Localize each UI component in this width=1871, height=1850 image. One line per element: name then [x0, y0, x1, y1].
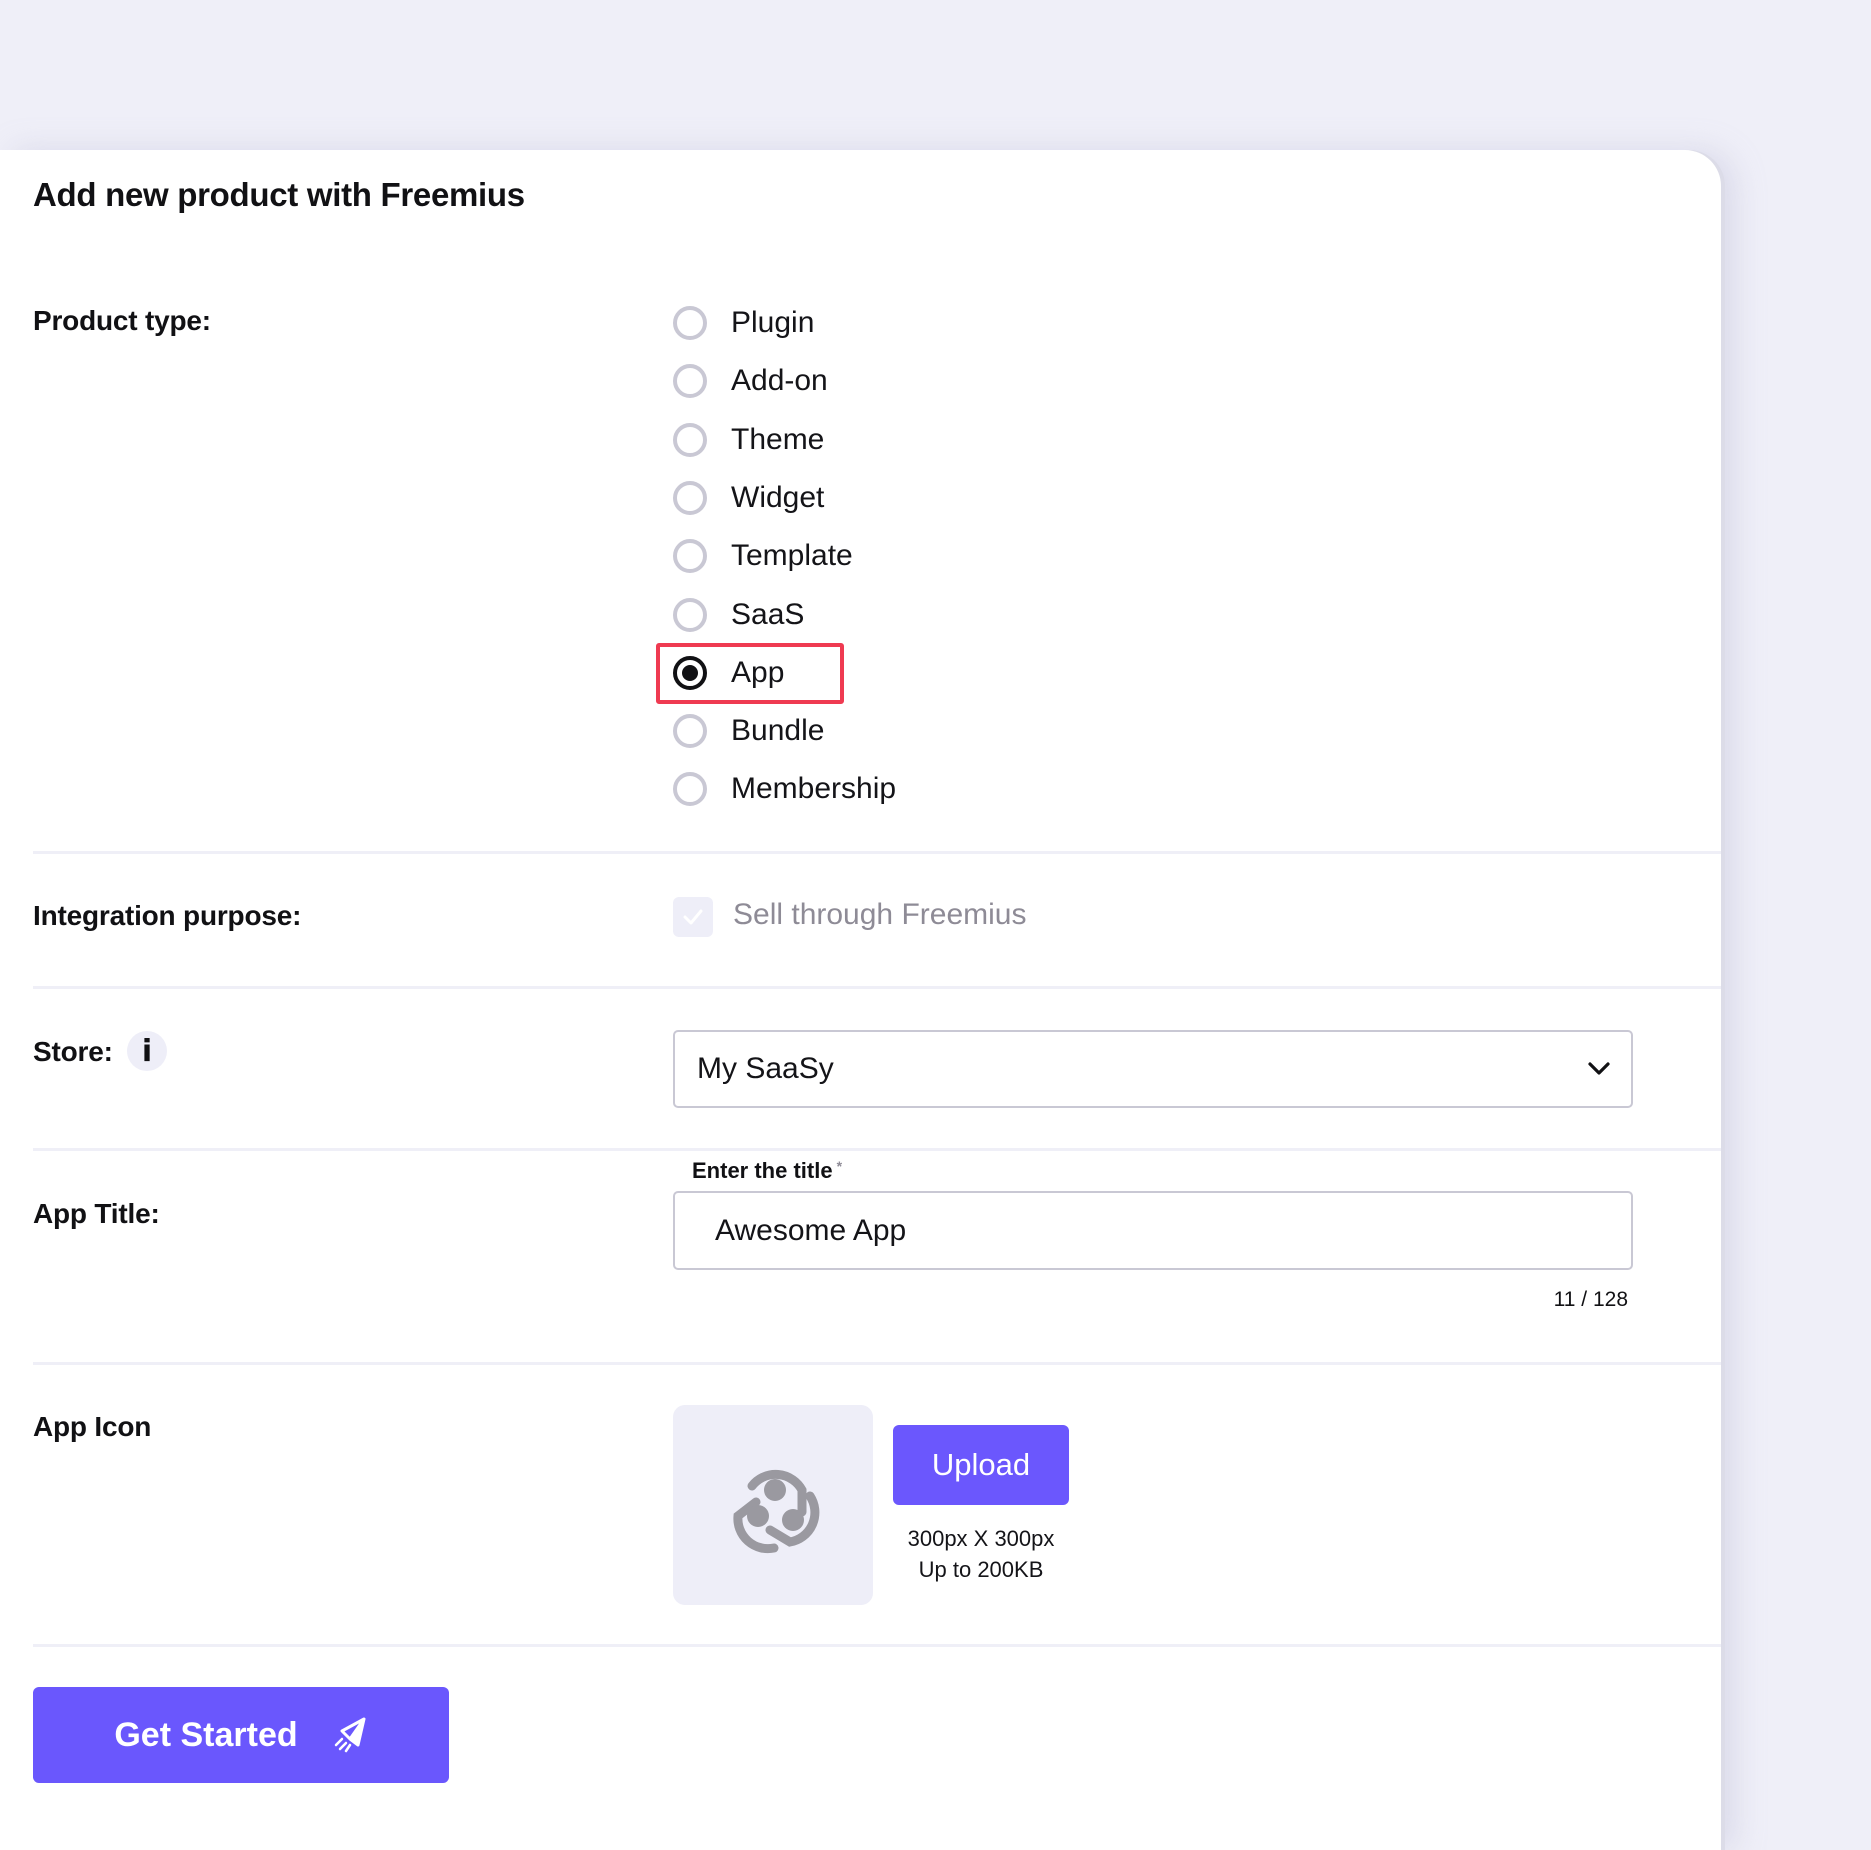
- product-type-option-template[interactable]: Template: [673, 534, 853, 578]
- radio-label: Template: [731, 539, 853, 573]
- radio-label: Add-on: [731, 364, 828, 398]
- divider: [33, 851, 1721, 854]
- store-select[interactable]: My SaaSy: [673, 1030, 1633, 1108]
- title-field-label: Enter the title *: [692, 1158, 842, 1184]
- radio-unchecked-icon[interactable]: [673, 422, 707, 457]
- chevron-down-icon: [1588, 1062, 1610, 1075]
- title-field-label-text: Enter the title: [692, 1158, 833, 1183]
- radio-unchecked-icon[interactable]: [673, 306, 707, 340]
- divider: [33, 1644, 1721, 1647]
- upload-button[interactable]: Upload: [893, 1425, 1069, 1505]
- radio-label: Bundle: [731, 714, 825, 748]
- product-type-option-add-on[interactable]: Add-on: [673, 359, 828, 403]
- character-counter: 11 / 128: [1553, 1288, 1628, 1311]
- app-title-label: App Title:: [33, 1198, 160, 1229]
- placeholder-logo-icon: [733, 1469, 820, 1554]
- product-type-option-saas[interactable]: SaaS: [673, 593, 804, 637]
- store-selected-value: My SaaSy: [697, 1052, 834, 1085]
- radio-label: Plugin: [731, 306, 815, 339]
- check-icon: [683, 909, 703, 925]
- selection-highlight: [656, 643, 844, 704]
- app-title-input[interactable]: [673, 1191, 1633, 1270]
- upload-limit-hint: Up to 200KB: [918, 1557, 1044, 1582]
- product-type-option-widget[interactable]: Widget: [673, 476, 824, 520]
- info-icon[interactable]: i: [127, 1031, 167, 1071]
- radio-unchecked-icon[interactable]: [673, 714, 707, 749]
- radio-label: Theme: [731, 422, 825, 456]
- radio-unchecked-icon[interactable]: [673, 597, 707, 632]
- paper-plane-icon: [334, 1717, 366, 1753]
- radio-label: Membership: [731, 772, 897, 806]
- radio-unchecked-icon[interactable]: [673, 539, 707, 574]
- integration-purpose-label: Integration purpose:: [33, 900, 302, 931]
- get-started-button[interactable]: Get Started: [33, 1687, 449, 1783]
- radio-unchecked-icon[interactable]: [673, 772, 707, 807]
- divider: [33, 1148, 1721, 1151]
- product-type-option-theme[interactable]: Theme: [673, 418, 824, 462]
- divider: [33, 1362, 1721, 1365]
- radio-unchecked-icon[interactable]: [673, 480, 707, 515]
- page-title: Add new product with Freemius: [33, 176, 525, 213]
- product-type-option-bundle[interactable]: Bundle: [673, 709, 824, 753]
- product-type-option-plugin[interactable]: Plugin: [673, 301, 814, 345]
- product-type-label: Product type:: [33, 305, 211, 336]
- radio-label: SaaS: [731, 597, 805, 631]
- required-mark: *: [836, 1158, 843, 1174]
- product-type-option-membership[interactable]: Membership: [673, 767, 896, 811]
- app-icon-preview: [673, 1405, 873, 1605]
- sell-through-freemius-checkbox[interactable]: [673, 897, 713, 937]
- get-started-label: Get Started: [114, 1715, 298, 1754]
- app-icon-label: App Icon: [33, 1411, 152, 1442]
- store-label: Store:: [33, 1036, 113, 1067]
- divider: [33, 986, 1721, 989]
- radio-label: Widget: [731, 480, 825, 514]
- sell-through-freemius-label: Sell through Freemius: [733, 898, 1027, 931]
- upload-size-hint: 300px X 300px: [907, 1526, 1055, 1551]
- radio-unchecked-icon[interactable]: [673, 364, 707, 399]
